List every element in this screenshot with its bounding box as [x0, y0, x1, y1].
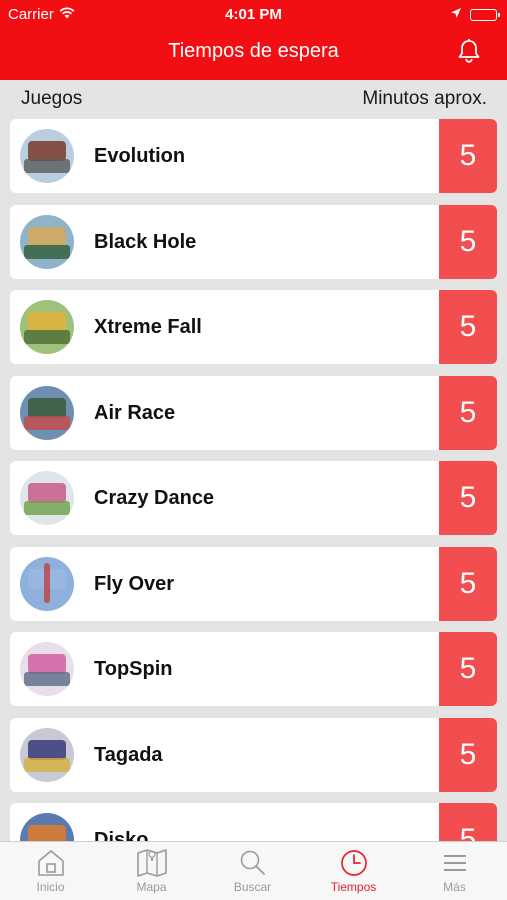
wait-minutes: 5 — [439, 632, 497, 706]
location-arrow-icon — [450, 6, 462, 23]
list-item[interactable]: Disko 5 — [10, 803, 497, 841]
ride-thumbnail — [20, 471, 74, 525]
tab-inicio[interactable]: Inicio — [0, 842, 101, 900]
tab-label: Más — [443, 880, 466, 894]
list-item[interactable]: Xtreme Fall 5 — [10, 290, 497, 364]
ride-name: Black Hole — [94, 231, 197, 253]
screen: Carrier 4:01 PM Tiempos de espera Juegos… — [0, 0, 507, 900]
ride-thumbnail — [20, 386, 74, 440]
search-icon — [240, 850, 265, 875]
wait-minutes: 5 — [439, 290, 497, 364]
menu-icon — [443, 855, 466, 871]
ride-name: TopSpin — [94, 658, 173, 680]
list-item[interactable]: Black Hole 5 — [10, 205, 497, 279]
status-time: 4:01 PM — [225, 6, 282, 23]
tab-label: Buscar — [233, 880, 272, 894]
app-header: Carrier 4:01 PM Tiempos de espera — [0, 0, 507, 80]
wait-minutes: 5 — [439, 205, 497, 279]
column-rides-label: Juegos — [21, 88, 83, 109]
tab-tiempos[interactable]: Tiempos — [303, 842, 404, 900]
ride-name: Crazy Dance — [94, 487, 215, 509]
wait-minutes: 5 — [439, 803, 497, 841]
ride-name: Fly Over — [94, 573, 175, 595]
list-item[interactable]: Evolution 5 — [10, 119, 497, 193]
column-header: Juegos Minutos aprox. — [0, 80, 507, 116]
page-title: Tiempos de espera — [168, 40, 339, 62]
wait-minutes: 5 — [439, 461, 497, 535]
clock-icon — [340, 850, 367, 876]
rides-list[interactable]: Evolution 5 Black Hole 5 Xtreme Fall 5 A… — [0, 119, 507, 841]
list-item[interactable]: Fly Over 5 — [10, 547, 497, 621]
tab-bar: Inicio Mapa Buscar Tiempos Más — [0, 841, 507, 900]
status-bar: Carrier 4:01 PM — [0, 0, 507, 28]
ride-thumbnail — [20, 557, 74, 611]
home-icon — [37, 850, 64, 876]
list-item[interactable]: Crazy Dance 5 — [10, 461, 497, 535]
list-item[interactable]: TopSpin 5 — [10, 632, 497, 706]
list-item[interactable]: Air Race 5 — [10, 376, 497, 450]
wait-minutes: 5 — [439, 119, 497, 193]
tab-label: Mapa — [136, 880, 167, 894]
battery-icon — [470, 8, 500, 21]
ride-thumbnail — [20, 813, 74, 841]
wait-minutes: 5 — [439, 718, 497, 792]
ride-thumbnail — [20, 215, 74, 269]
ride-thumbnail — [20, 642, 74, 696]
wait-minutes: 5 — [439, 376, 497, 450]
ride-name: Disko — [94, 829, 149, 841]
ride-name: Evolution — [94, 145, 186, 167]
tab-label: Inicio — [36, 880, 65, 894]
status-right — [450, 6, 500, 23]
ride-name: Air Race — [94, 402, 176, 424]
ride-thumbnail — [20, 129, 74, 183]
ride-thumbnail — [20, 728, 74, 782]
map-icon — [136, 849, 167, 877]
tab-mapa[interactable]: Mapa — [101, 842, 202, 900]
bell-icon[interactable] — [457, 38, 481, 69]
tab-label: Tiempos — [330, 880, 377, 894]
tab-mas[interactable]: Más — [404, 842, 505, 900]
ride-name: Xtreme Fall — [94, 316, 202, 338]
tab-buscar[interactable]: Buscar — [202, 842, 303, 900]
ride-name: Tagada — [94, 744, 163, 766]
wait-minutes: 5 — [439, 547, 497, 621]
ride-thumbnail — [20, 300, 74, 354]
list-item[interactable]: Tagada 5 — [10, 718, 497, 792]
column-minutes-label: Minutos aprox. — [362, 88, 487, 109]
